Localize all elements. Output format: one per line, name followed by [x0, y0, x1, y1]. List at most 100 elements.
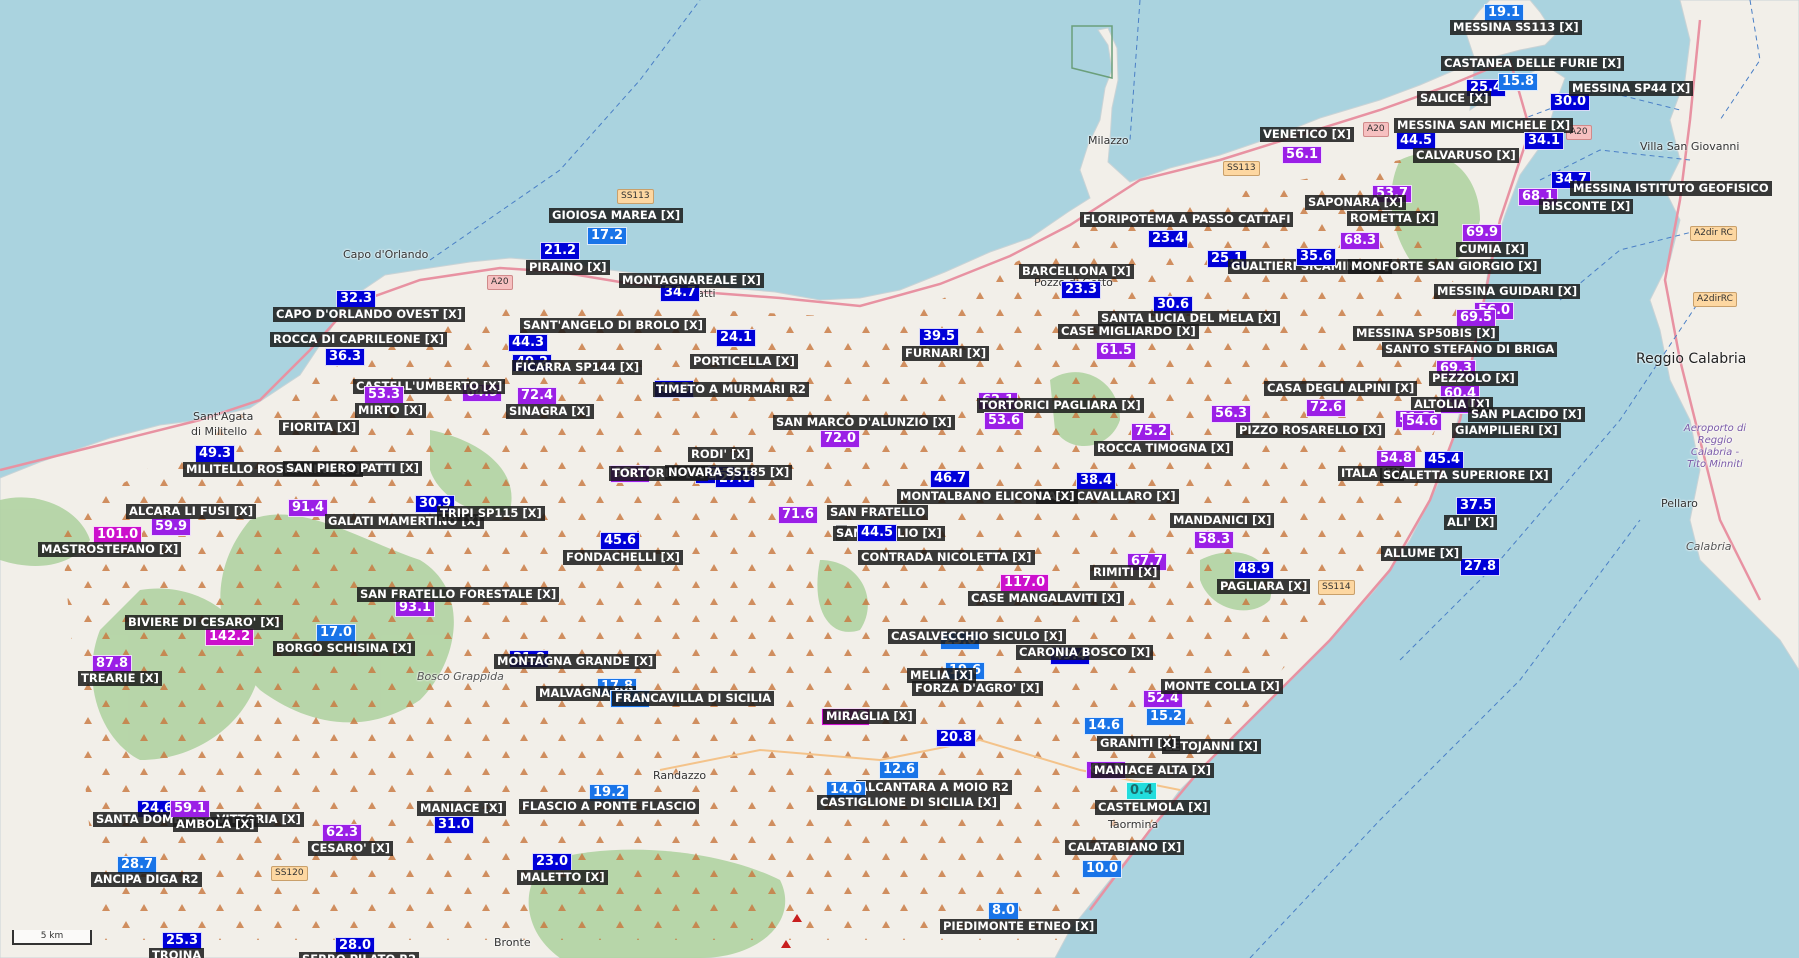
rainfall-value[interactable]: 10.0 — [1082, 860, 1123, 878]
rainfall-value[interactable]: 23.3 — [1061, 281, 1102, 299]
rainfall-value[interactable]: 17.2 — [587, 227, 628, 245]
station-label[interactable]: AMBOLA [X] — [173, 817, 258, 832]
rainfall-value[interactable]: 68.3 — [1340, 232, 1381, 250]
rainfall-value[interactable]: 46.7 — [930, 470, 971, 488]
rainfall-value[interactable]: 0.4 — [1126, 782, 1158, 800]
station-label[interactable]: FORZA D'AGRO' [X] — [912, 681, 1043, 696]
station-label[interactable]: FLASCIO A PONTE FLASCIO — [519, 799, 700, 814]
station-label[interactable]: PEZZOLO [X] — [1429, 371, 1518, 386]
station-label[interactable]: MELIA [X] — [907, 668, 977, 683]
rainfall-value[interactable]: 72.6 — [1306, 399, 1347, 417]
rainfall-value[interactable]: 48.9 — [1234, 561, 1275, 579]
station-label[interactable]: TROINA — [149, 948, 205, 958]
station-label[interactable]: MESSINA ISTITUTO GEOFISICO — [1570, 181, 1772, 196]
station-label[interactable]: MANIACE ALTA [X] — [1091, 763, 1215, 778]
station-label[interactable]: TRIPI SP115 [X] — [437, 506, 545, 521]
rainfall-value[interactable]: 45.6 — [600, 532, 641, 550]
rainfall-value[interactable]: 37.5 — [1456, 497, 1497, 515]
station-label[interactable]: MASTROSTEFANO [X] — [38, 542, 182, 557]
station-label[interactable]: ANCIPA DIGA R2 — [91, 872, 202, 887]
station-label[interactable]: MONFORTE SAN GIORGIO [X] — [1348, 259, 1541, 274]
station-label[interactable]: TREARIE [X] — [78, 671, 162, 686]
rainfall-value[interactable]: 61.5 — [1096, 342, 1137, 360]
station-label[interactable]: PIEDIMONTE ETNEO [X] — [940, 919, 1098, 934]
station-label[interactable]: ROMETTA [X] — [1347, 211, 1439, 226]
station-label[interactable]: CASTELMOLA [X] — [1095, 800, 1211, 815]
station-label[interactable]: MESSINA SP50BIS [X] — [1353, 326, 1499, 341]
rainfall-value[interactable]: 72.0 — [820, 430, 861, 448]
rainfall-value[interactable]: 58.3 — [1194, 531, 1235, 549]
rainfall-value[interactable]: 38.4 — [1076, 472, 1117, 490]
rainfall-value[interactable]: 34.1 — [1524, 132, 1565, 150]
rainfall-value[interactable]: 14.6 — [1084, 717, 1125, 735]
station-label[interactable]: CONTRADA NICOLETTA [X] — [858, 550, 1035, 565]
rainfall-value[interactable]: 44.3 — [508, 334, 549, 352]
rainfall-value[interactable]: 24.1 — [716, 329, 757, 347]
station-label[interactable]: CALVARUSO [X] — [1413, 148, 1519, 163]
rainfall-value[interactable]: 45.4 — [1424, 451, 1465, 469]
rainfall-value[interactable]: 62.3 — [322, 824, 363, 842]
station-label[interactable]: CASTANEA DELLE FURIE [X] — [1441, 56, 1625, 71]
station-label[interactable]: ALCANTARA A MOIO R2 — [856, 780, 1012, 795]
rainfall-value[interactable]: 15.2 — [1146, 708, 1187, 726]
station-label[interactable]: MONTAGNA GRANDE [X] — [494, 654, 657, 669]
station-label[interactable]: MESSINA SP44 [X] — [1569, 81, 1694, 96]
rainfall-map[interactable]: Milazzo Capo d'Orlando Sant'Agata di Milite… — [0, 0, 1799, 958]
rainfall-value[interactable]: 142.2 — [205, 628, 255, 646]
rainfall-value[interactable]: 53.6 — [984, 412, 1025, 430]
rainfall-value[interactable]: 15.8 — [1498, 73, 1539, 91]
station-label[interactable]: CASA DEGLI ALPINI [X] — [1264, 381, 1418, 396]
station-label[interactable]: FRANCAVILLA DI SICILIA — [612, 691, 775, 706]
station-label[interactable]: SANT'ANGELO DI BROLO [X] — [520, 318, 706, 333]
station-label[interactable]: ALI' [X] — [1444, 515, 1498, 530]
rainfall-value[interactable]: 23.0 — [532, 853, 573, 871]
station-label[interactable]: CASTIGLIONE DI SICILIA [X] — [817, 795, 1001, 810]
station-label[interactable]: SINAGRA [X] — [506, 404, 594, 419]
rainfall-value[interactable]: 71.6 — [778, 506, 819, 524]
rainfall-value[interactable]: 35.6 — [1296, 248, 1337, 266]
station-label[interactable]: RODI' [X] — [688, 447, 754, 462]
rainfall-value[interactable]: 21.2 — [540, 242, 581, 260]
station-label[interactable]: MIRAGLIA [X] — [823, 709, 916, 724]
rainfall-value[interactable]: 44.5 — [857, 524, 898, 542]
station-label[interactable]: MIRTO [X] — [355, 403, 427, 418]
rainfall-value[interactable]: 8.0 — [988, 902, 1020, 920]
station-label[interactable]: FONDACHELLI [X] — [563, 550, 683, 565]
rainfall-value[interactable]: 117.0 — [1000, 574, 1050, 592]
rainfall-value[interactable]: 12.6 — [879, 761, 920, 779]
rainfall-value[interactable]: 56.1 — [1282, 146, 1323, 164]
station-label[interactable]: CALATABIANO [X] — [1065, 840, 1185, 855]
rainfall-value[interactable]: 36.3 — [325, 348, 366, 366]
station-label[interactable]: NOVARA SS185 [X] — [665, 465, 793, 480]
station-label[interactable]: CASALVECCHIO SICULO [X] — [888, 629, 1067, 644]
station-label[interactable]: SAN FRATELLO — [827, 505, 929, 520]
rainfall-value[interactable]: 23.4 — [1148, 230, 1189, 248]
station-label[interactable]: CARONIA BOSCO [X] — [1016, 645, 1154, 660]
rainfall-value[interactable]: 39.5 — [919, 328, 960, 346]
rainfall-value[interactable]: 91.4 — [288, 499, 329, 517]
station-label[interactable]: BISCONTE [X] — [1539, 199, 1634, 214]
station-label[interactable]: FURNARI [X] — [902, 346, 990, 361]
station-label[interactable]: SALICE [X] — [1417, 91, 1492, 106]
rainfall-value[interactable]: 56.3 — [1211, 405, 1252, 423]
station-label[interactable]: MANDANICI [X] — [1170, 513, 1275, 528]
station-label[interactable]: CUMIA [X] — [1456, 242, 1528, 257]
station-label[interactable]: SAPONARA [X] — [1305, 195, 1407, 210]
rainfall-value[interactable]: 69.9 — [1462, 224, 1503, 242]
station-label[interactable]: SAN PIERO PATTI [X] — [283, 461, 423, 476]
station-label[interactable]: MESSINA SS113 [X] — [1450, 20, 1582, 35]
station-label[interactable]: SAN FRATELLO FORESTALE [X] — [357, 587, 560, 602]
station-label[interactable]: MESSINA SAN MICHELE [X] — [1394, 118, 1574, 133]
station-label[interactable]: BIVIERE DI CESARO' [X] — [125, 615, 283, 630]
rainfall-value[interactable]: 20.8 — [936, 729, 977, 747]
station-label[interactable]: MONTAGNAREALE [X] — [619, 273, 764, 288]
rainfall-value[interactable]: 49.3 — [195, 445, 236, 463]
station-label[interactable]: SERRO PILATO R2 — [299, 952, 420, 958]
rainfall-value[interactable]: 31.0 — [434, 816, 475, 834]
station-label[interactable]: CAPO D'ORLANDO OVEST [X] — [273, 307, 466, 322]
rainfall-value[interactable]: 72.4 — [517, 387, 558, 405]
station-label[interactable]: ALCARA LI FUSI [X] — [126, 504, 257, 519]
station-label[interactable]: GIAMPILIERI [X] — [1452, 423, 1561, 438]
station-label[interactable]: TIMETO A MURMARI R2 — [653, 382, 809, 397]
station-label[interactable]: CESARO' [X] — [308, 841, 394, 856]
